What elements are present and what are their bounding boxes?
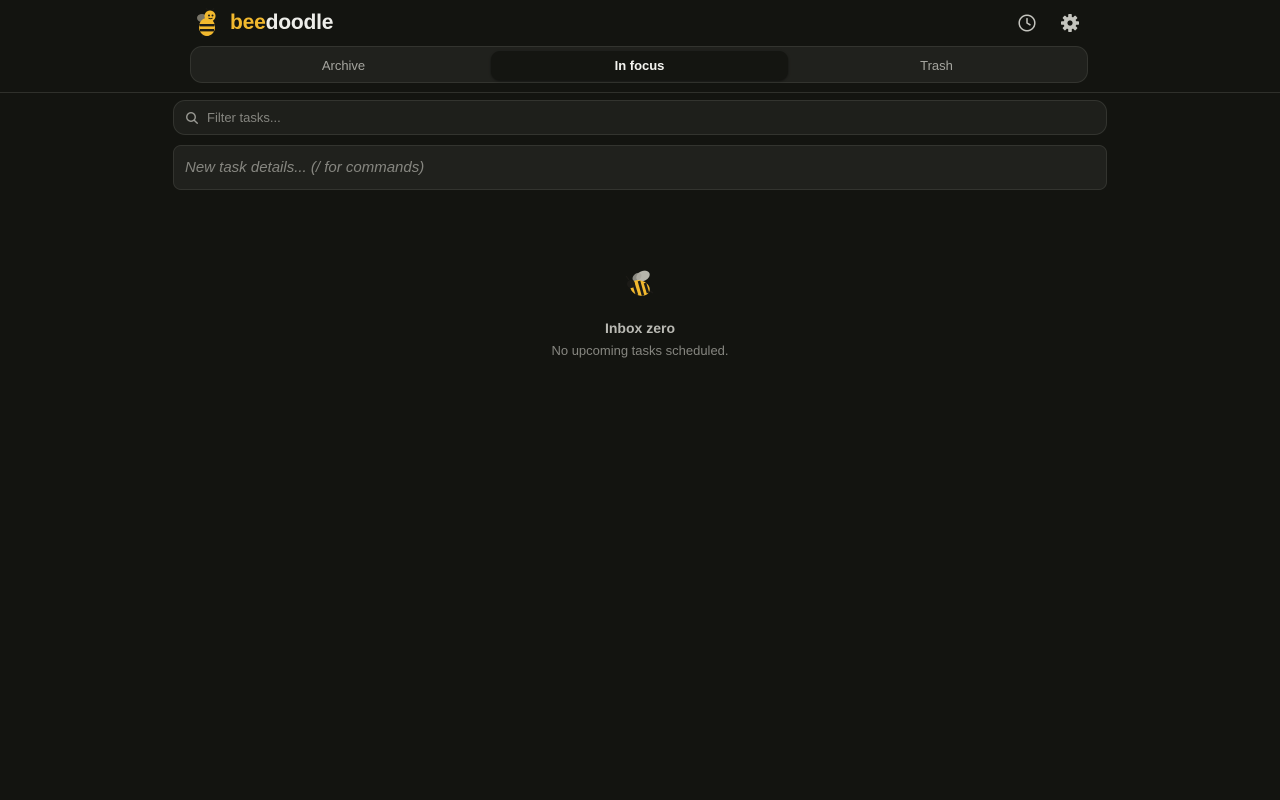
brand-name-part1: bee: [230, 11, 266, 34]
tab-archive[interactable]: Archive: [195, 51, 492, 80]
settings-button[interactable]: [1058, 11, 1082, 35]
tab-in-focus[interactable]: In focus: [491, 51, 788, 80]
tab-trash[interactable]: Trash: [788, 51, 1085, 80]
brand-name: beedoodle: [230, 7, 333, 39]
search-icon: [185, 111, 199, 124]
history-button[interactable]: [1015, 11, 1039, 35]
empty-state-subtitle: No upcoming tasks scheduled.: [551, 343, 729, 358]
bee-icon: [625, 270, 654, 296]
new-task-input[interactable]: [185, 159, 1085, 176]
gear-icon: [1061, 14, 1079, 32]
bee-logo-icon: [197, 7, 216, 39]
app-header: beedoodle Archive In focus Trash: [0, 0, 1280, 93]
view-tabs: Archive In focus Trash: [190, 46, 1088, 83]
clock-icon: [1018, 14, 1036, 32]
empty-state: Inbox zero No upcoming tasks scheduled.: [440, 266, 840, 359]
new-task-box: [173, 145, 1107, 190]
brand-name-part2: doodle: [265, 11, 334, 34]
brand-logo[interactable]: beedoodle: [193, 7, 333, 39]
filter-input[interactable]: [207, 110, 1087, 125]
filter-box: [173, 100, 1107, 135]
empty-state-title: Inbox zero: [604, 320, 675, 336]
